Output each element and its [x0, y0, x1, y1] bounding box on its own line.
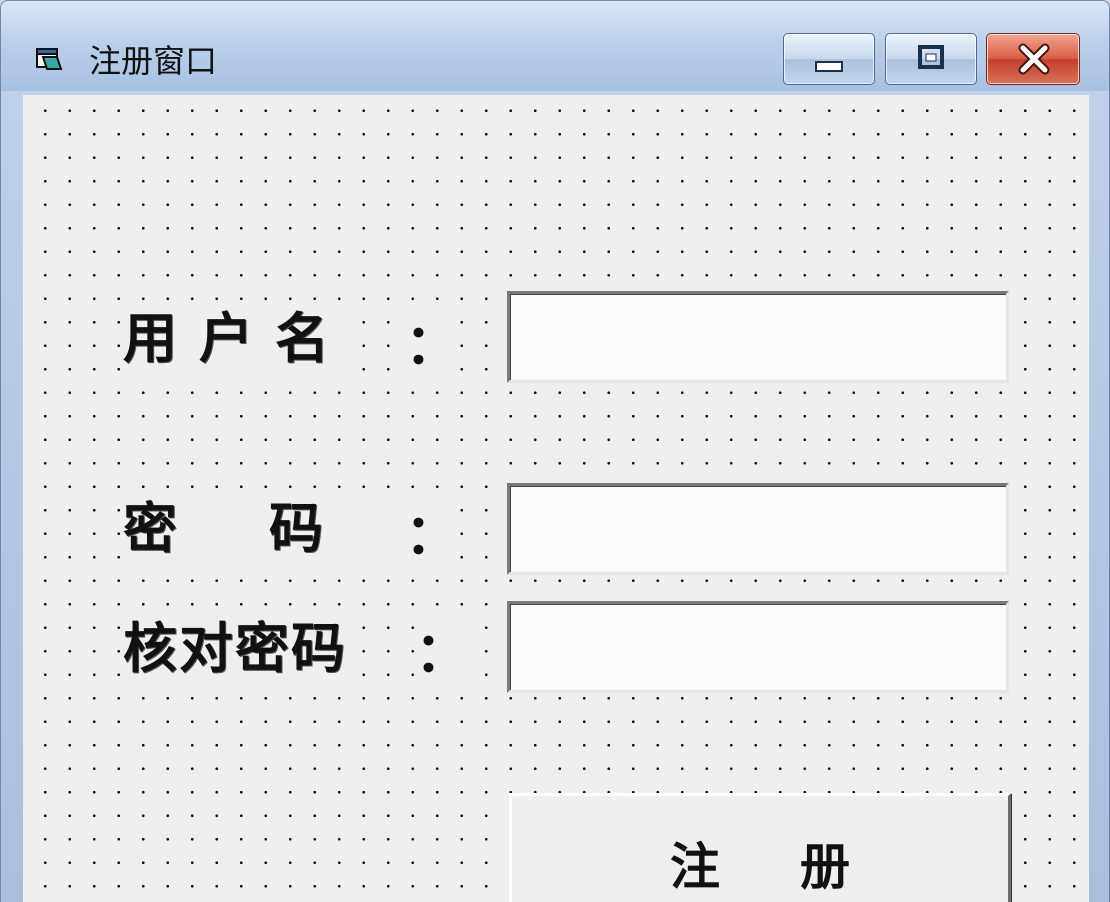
- maximize-button[interactable]: [885, 33, 977, 85]
- window-title: 注册窗口: [89, 42, 218, 80]
- username-input[interactable]: [507, 291, 1009, 383]
- minimize-icon: [815, 61, 843, 72]
- close-button[interactable]: [986, 33, 1080, 85]
- form-client-area: 用户名 ： 密码 ： 核对密码 ： 注册: [23, 95, 1089, 902]
- minimize-button[interactable]: [783, 33, 875, 85]
- password-label: 密码: [123, 495, 415, 561]
- maximize-icon: [918, 45, 944, 69]
- username-colon: ：: [405, 311, 459, 377]
- register-window: 注册窗口 用户名 ： 密码 ： 核对密码 ： 注册: [0, 0, 1110, 902]
- username-label: 用户名: [123, 305, 351, 371]
- confirm-password-colon: ：: [415, 619, 469, 685]
- confirm-password-input[interactable]: [507, 601, 1009, 693]
- confirm-password-label: 核对密码: [123, 615, 347, 681]
- close-icon: [1018, 43, 1050, 75]
- register-button[interactable]: 注册: [509, 793, 1011, 902]
- password-colon: ：: [405, 501, 459, 567]
- title-bar[interactable]: 注册窗口: [1, 1, 1109, 91]
- form-icon: [36, 48, 63, 70]
- password-input[interactable]: [507, 483, 1009, 575]
